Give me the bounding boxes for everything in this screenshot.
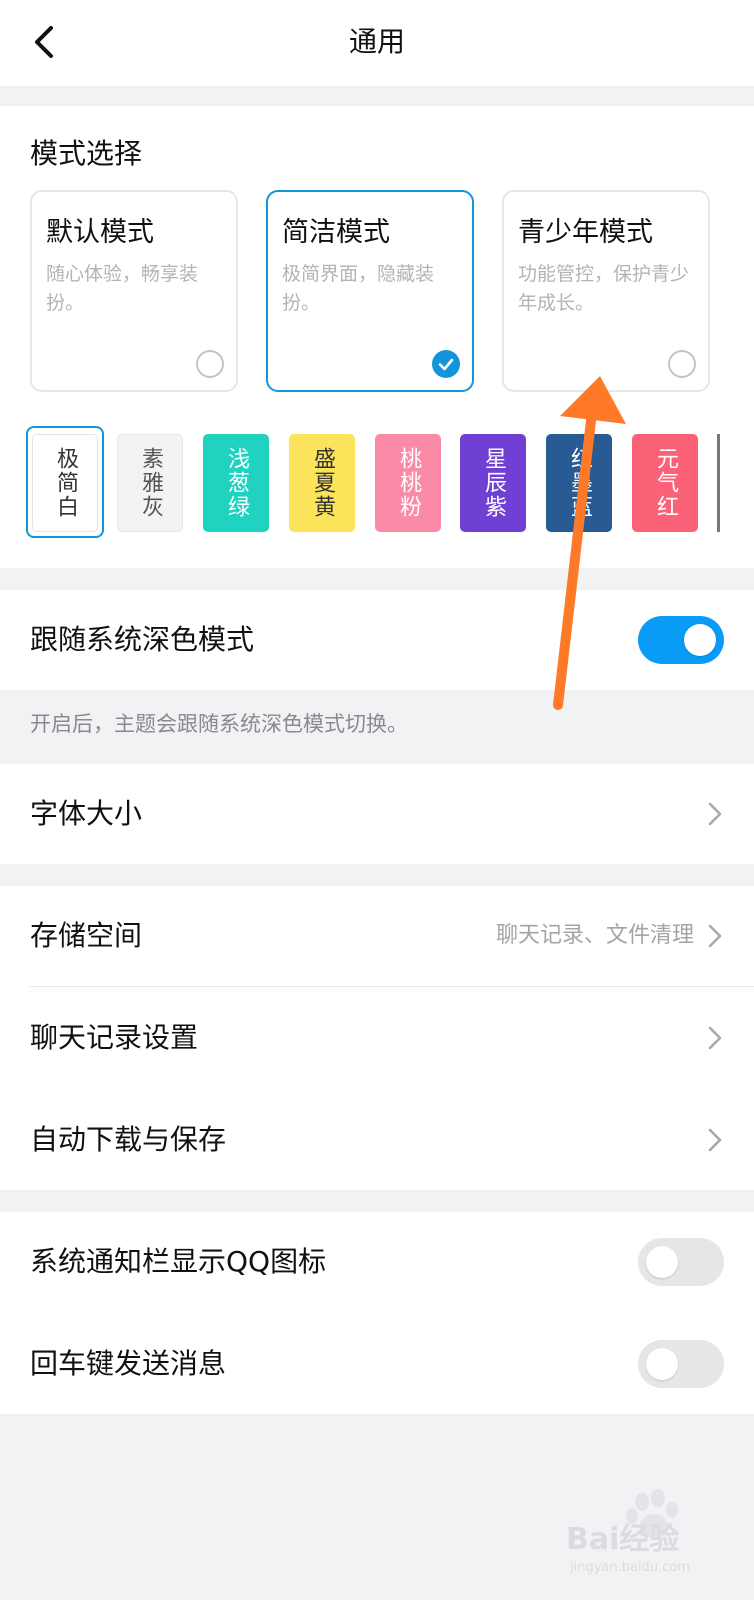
storage-trail-text: 聊天记录、文件清理 — [495, 923, 694, 948]
toggle-group: 系统通知栏显示QQ图标 回车键发送消息 — [0, 1212, 754, 1414]
swatch-red[interactable]: 元气红 — [632, 434, 698, 532]
toggle-knob — [646, 1246, 678, 1278]
mode-desc: 功能管控，保护青少年成长。 — [518, 263, 690, 314]
mode-card-teen[interactable]: 青少年模式 功能管控，保护青少年成长。 — [502, 190, 710, 392]
watermark-text: Bai经验 — [566, 1522, 680, 1557]
chat-history-label: 聊天记录设置 — [30, 1021, 199, 1054]
auto-download-label: 自动下载与保存 — [30, 1123, 227, 1156]
divider — [30, 986, 754, 987]
radio-button[interactable] — [196, 350, 224, 378]
enter-send-label: 回车键发送消息 — [30, 1347, 227, 1380]
swatch-gray[interactable]: 素雅灰 — [117, 434, 183, 532]
mode-desc: 随心体验，畅享装扮。 — [46, 263, 199, 314]
chat-history-row[interactable]: 聊天记录设置 — [0, 988, 754, 1088]
toggle-knob — [646, 1348, 678, 1380]
baidu-watermark: Bai经验 jingyan.baidu.com — [566, 1488, 736, 1580]
chevron-right-icon — [708, 924, 722, 948]
swatch-label: 元气红 — [653, 447, 678, 519]
mode-name: 默认模式 — [46, 217, 154, 248]
mode-name: 青少年模式 — [518, 217, 653, 248]
notif-icon-label: 系统通知栏显示QQ图标 — [30, 1245, 327, 1278]
chevron-right-icon — [708, 802, 722, 826]
toggle-knob — [684, 624, 716, 656]
storage-group: 存储空间 聊天记录、文件清理 聊天记录设置 自动下载与保存 — [0, 886, 754, 1190]
chevron-right-icon — [708, 1026, 722, 1050]
watermark-url: jingyan.baidu.com — [570, 1560, 690, 1575]
dark-mode-row[interactable]: 跟随系统深色模式 — [0, 590, 754, 690]
storage-row[interactable]: 存储空间 聊天记录、文件清理 — [0, 886, 754, 986]
mode-name: 简洁模式 — [282, 217, 390, 248]
notif-icon-toggle[interactable] — [638, 1238, 724, 1286]
dark-mode-label: 跟随系统深色模式 — [30, 623, 255, 656]
radio-button-checked[interactable] — [432, 350, 460, 378]
swatch-label: 红墨蓝 — [567, 447, 592, 519]
swatch-label: 浅葱绿 — [224, 447, 249, 519]
swatch-label: 桃桃粉 — [396, 447, 421, 519]
storage-label: 存储空间 — [30, 919, 143, 952]
swatch-label: 素雅灰 — [138, 447, 163, 519]
swatch-partial[interactable] — [717, 434, 747, 532]
header-bar: 通用 — [0, 0, 754, 86]
swatch-green[interactable]: 浅葱绿 — [203, 434, 269, 532]
swatch-label: 盛夏黄 — [310, 447, 335, 519]
mode-desc: 极简界面，隐藏装扮。 — [282, 263, 435, 314]
swatch-blue[interactable]: 红墨蓝 — [546, 434, 612, 532]
page-title: 通用 — [348, 25, 405, 58]
dark-mode-hint: 开启后，主题会跟随系统深色模式切换。 — [30, 712, 408, 736]
notif-icon-row[interactable]: 系统通知栏显示QQ图标 — [0, 1212, 754, 1312]
mode-card-simple[interactable]: 简洁模式 极简界面，隐藏装扮。 — [266, 190, 474, 392]
swatch-label: 极简白 — [53, 447, 78, 519]
swatch-purple[interactable]: 星辰紫 — [460, 434, 526, 532]
dark-mode-toggle[interactable] — [638, 616, 724, 664]
swatch-pink[interactable]: 桃桃粉 — [375, 434, 441, 532]
mode-card-default[interactable]: 默认模式 随心体验，畅享装扮。 — [30, 190, 238, 392]
color-swatch-row: 极简白 素雅灰 浅葱绿 盛夏黄 桃桃粉 星辰紫 红墨蓝 元气红 — [0, 426, 754, 538]
chevron-right-icon — [708, 1128, 722, 1152]
font-size-row[interactable]: 字体大小 — [0, 764, 754, 864]
font-size-label: 字体大小 — [30, 797, 143, 830]
swatch-yellow[interactable]: 盛夏黄 — [289, 434, 355, 532]
checkmark-icon — [438, 358, 454, 371]
radio-button[interactable] — [668, 350, 696, 378]
enter-send-toggle[interactable] — [638, 1340, 724, 1388]
theme-mode-section: 模式选择 默认模式 随心体验，畅享装扮。 简洁模式 极简界面，隐藏装扮。 青少年… — [0, 106, 754, 568]
auto-download-row[interactable]: 自动下载与保存 — [0, 1088, 754, 1190]
swatch-white[interactable]: 极简白 — [32, 434, 98, 532]
section-title: 模式选择 — [30, 137, 143, 170]
enter-send-row[interactable]: 回车键发送消息 — [0, 1312, 754, 1414]
swatch-label: 星辰紫 — [481, 447, 506, 519]
